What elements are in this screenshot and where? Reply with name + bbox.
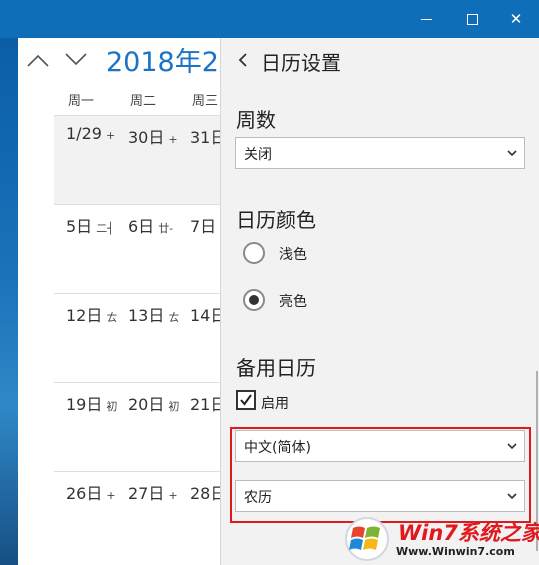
week-row: 19日初 20日初 21日: [54, 382, 220, 471]
day-number: 6日: [128, 217, 155, 236]
back-button[interactable]: [231, 48, 255, 72]
windows-logo-icon: [345, 517, 389, 561]
highlight-box: [230, 427, 531, 523]
color-option-label: 亮色: [279, 294, 307, 310]
chevron-down-icon: [65, 53, 87, 66]
calendar-view: 2018年2月 周一 周二 周三 1/29+ 30日+ 31日 5日二┤ 6日廿…: [18, 38, 220, 565]
day-number: 30日: [128, 128, 165, 147]
day-number: 19日: [66, 395, 103, 414]
lunar-date: +: [105, 129, 116, 142]
day-number: 13日: [128, 306, 165, 325]
day-cell[interactable]: 31日: [190, 124, 220, 148]
day-cell[interactable]: 21日: [190, 391, 220, 415]
day-cell[interactable]: 27日 +: [128, 480, 178, 504]
day-cell[interactable]: 19日初: [66, 391, 117, 415]
lunar-date: 初: [168, 400, 180, 413]
day-cell[interactable]: 26日 +: [66, 480, 116, 504]
maximize-icon: [466, 13, 478, 25]
lunar-date: +: [106, 489, 116, 502]
chevron-up-icon: [27, 54, 49, 67]
close-button[interactable]: ✕: [493, 0, 539, 38]
day-number: 28日: [190, 484, 220, 503]
enable-alternate-calendar-checkbox[interactable]: [236, 390, 256, 410]
chevron-left-icon: [238, 53, 247, 67]
weekday-header: 周三: [192, 94, 219, 109]
day-cell[interactable]: 12日ㄊ: [66, 302, 117, 326]
close-icon: ✕: [509, 10, 523, 28]
minimize-button[interactable]: [403, 0, 449, 38]
calendar-settings-pane: 日历设置 周数 关闭 日历颜色 浅色 亮色 备用日历 启用 中文(简体) 农历: [220, 38, 539, 565]
week-row: 12日ㄊ 13日ㄊ 14日: [54, 293, 220, 382]
day-cell[interactable]: 20日初: [128, 391, 179, 415]
calendar-color-heading: 日历颜色: [236, 208, 316, 232]
day-number: 5日: [66, 217, 93, 236]
lunar-date: 廿-: [158, 222, 174, 235]
lunar-date: ㄊ: [168, 311, 180, 324]
pane-title: 日历设置: [261, 51, 341, 75]
color-option-label: 浅色: [279, 247, 307, 263]
chevron-down-icon: [507, 150, 517, 157]
day-number: 27日: [128, 484, 165, 503]
alternate-calendar-heading: 备用日历: [236, 356, 316, 380]
watermark-url: Www.Winwin7.com: [396, 545, 515, 558]
desktop-background: [0, 38, 18, 565]
weekday-header: 周二: [130, 94, 157, 109]
minimize-icon: [420, 18, 432, 20]
day-cell[interactable]: 7日: [190, 213, 216, 237]
month-title: 2018年2月: [106, 47, 220, 78]
color-option-light-radio[interactable]: [243, 242, 265, 264]
day-number: 31日: [190, 128, 220, 147]
day-cell[interactable]: 1/29 +: [66, 124, 115, 143]
week-row: 1/29 + 30日 + 31日: [54, 115, 220, 204]
color-option-bright-radio[interactable]: [243, 289, 265, 311]
lunar-date: 初: [106, 400, 118, 413]
day-cell[interactable]: 28日: [190, 480, 220, 504]
day-number: 26日: [66, 484, 103, 503]
title-bar: ✕: [0, 0, 539, 38]
lunar-date: +: [168, 489, 178, 502]
week-row: 5日 二┤ 6日 廿- 7日: [54, 204, 220, 293]
day-number: 1/29: [66, 124, 102, 143]
day-cell[interactable]: 13日ㄊ: [128, 302, 179, 326]
day-cell[interactable]: 6日 廿-: [128, 213, 173, 237]
radio-selected-dot: [249, 295, 259, 305]
checkmark-icon: [240, 394, 252, 406]
lunar-date: +: [168, 133, 178, 146]
select-value: 关闭: [244, 147, 272, 163]
day-number: 7日: [190, 217, 217, 236]
lunar-date: 二┤: [96, 222, 114, 235]
week-row: 26日 + 27日 + 28日: [54, 471, 220, 565]
day-cell[interactable]: 5日 二┤: [66, 213, 114, 237]
week-number-select[interactable]: 关闭: [235, 137, 525, 169]
week-number-heading: 周数: [236, 108, 276, 132]
day-number: 21日: [190, 395, 220, 414]
watermark-brand: Win7系统之家: [398, 521, 539, 545]
next-month-button[interactable]: [62, 46, 90, 74]
day-number: 20日: [128, 395, 165, 414]
day-number: 12日: [66, 306, 103, 325]
weekday-header: 周一: [68, 94, 95, 109]
lunar-date: ㄊ: [106, 311, 118, 324]
previous-month-button[interactable]: [24, 46, 52, 74]
day-number: 14日: [190, 306, 220, 325]
enable-label: 启用: [261, 396, 289, 412]
watermark: Win7系统之家 Www.Winwin7.com: [340, 515, 539, 563]
day-cell[interactable]: 30日 +: [128, 124, 178, 148]
maximize-button[interactable]: [449, 0, 495, 38]
day-cell[interactable]: 14日: [190, 302, 220, 326]
